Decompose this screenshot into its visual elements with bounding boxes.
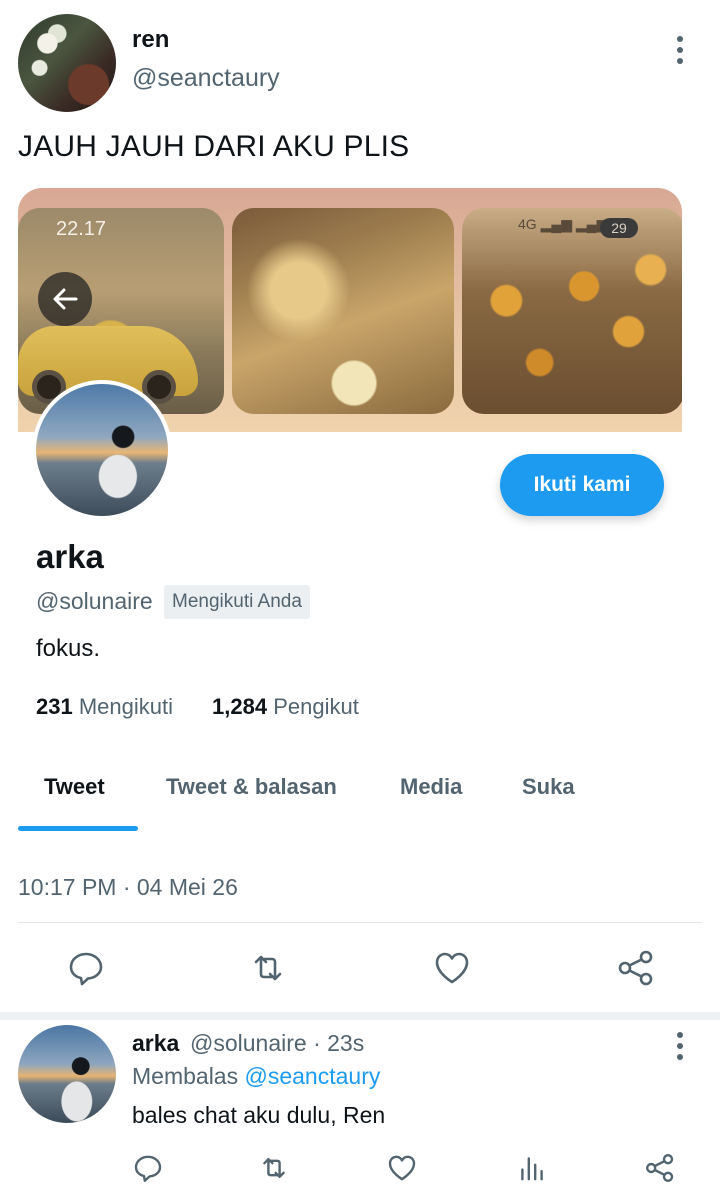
tab-tweet-replies[interactable]: Tweet & balasan [166,774,337,800]
banner-photo-sunflowers [462,208,682,414]
active-tab-indicator [18,826,138,831]
profile-handle: @solunaire [36,588,153,614]
section-divider [0,1012,720,1020]
more-vertical-icon[interactable] [677,36,685,69]
tweet-timestamp[interactable]: 10:17 PM · 04 Mei 26 [18,874,238,901]
following-count[interactable]: 231 Mengikuti [36,694,173,720]
followers-label: Pengikut [273,694,359,719]
followers-count[interactable]: 1,284 Pengikut [212,694,359,720]
profile-avatar [32,380,172,520]
status-bar-time: 22.17 [56,218,107,240]
reply-author-name[interactable]: arka [132,1030,179,1057]
battery-icon: 29 [600,218,638,238]
share-icon[interactable] [616,948,656,988]
profile-bio: fokus. [36,635,101,662]
followers-number: 1,284 [212,694,268,719]
replying-to: Membalas @seanctaury [132,1063,380,1090]
following-label: Mengikuti [78,694,173,719]
banner-photo-flowers [232,208,454,414]
retweet-icon[interactable] [248,948,288,988]
heart-icon[interactable] [432,948,472,988]
profile-name: arka [36,538,104,575]
reply-text: bales chat aku dulu, Ren [132,1102,386,1128]
author-name[interactable]: ren [132,26,169,54]
replying-to-user-link[interactable]: @seanctaury [245,1063,381,1089]
arrow-left-icon[interactable] [38,272,92,326]
tab-likes[interactable]: Suka [522,774,575,800]
reply-icon[interactable] [132,1152,164,1184]
share-icon[interactable] [644,1152,676,1184]
tab-tweet[interactable]: Tweet [44,774,105,800]
author-handle[interactable]: @seanctaury [132,64,280,93]
reply-icon[interactable] [66,948,106,988]
follow-button[interactable]: Ikuti kami [500,454,664,516]
network-label: 4G [518,216,537,232]
views-icon[interactable] [516,1152,548,1184]
heart-icon[interactable] [386,1152,418,1184]
divider [18,922,702,923]
retweet-icon[interactable] [258,1152,290,1184]
signal-icon: 4G ▂▄▆ ▂▄▆ [518,216,608,232]
tweet-text: JAUH JAUH DARI AKU PLIS [18,130,410,163]
reply-author-avatar[interactable] [18,1025,116,1123]
more-vertical-icon[interactable] [677,1032,685,1065]
following-number: 231 [36,694,73,719]
author-avatar[interactable] [18,14,116,112]
replying-prefix: Membalas [132,1063,239,1089]
follows-you-badge: Mengikuti Anda [164,585,310,619]
tab-media[interactable]: Media [400,774,462,800]
reply-author-handle[interactable]: @solunaire · 23s [190,1030,364,1057]
